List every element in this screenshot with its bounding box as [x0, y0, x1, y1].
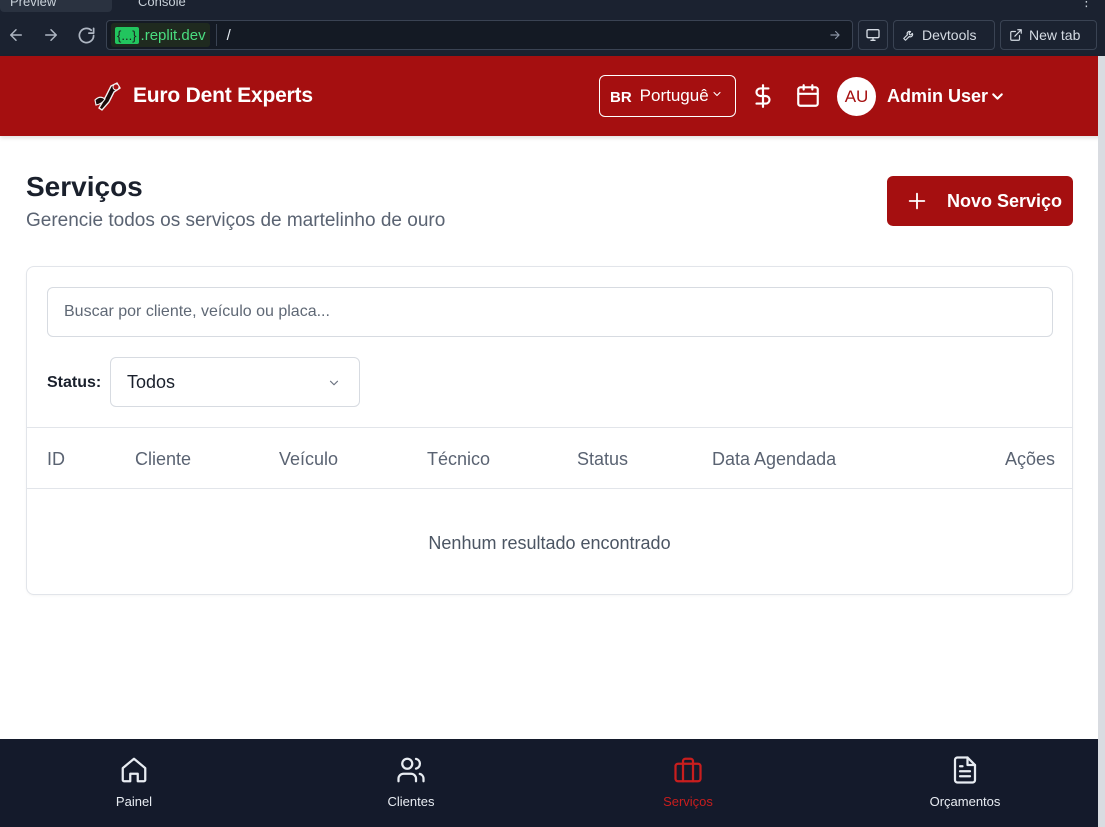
back-arrow-icon[interactable] — [4, 23, 28, 47]
home-icon — [119, 755, 149, 785]
chevron-down-icon — [327, 376, 341, 390]
url-bar[interactable]: {...} .replit.dev / — [106, 20, 853, 50]
chevron-down-icon[interactable] — [989, 88, 1006, 105]
nav-item-label: Clientes — [387, 794, 435, 809]
table-header: ID Cliente Veículo Técnico Status Data A… — [27, 427, 1072, 489]
column-header-tecnico[interactable]: Técnico — [427, 449, 490, 470]
search-input[interactable] — [47, 287, 1053, 337]
calendar-icon[interactable] — [795, 83, 821, 109]
url-separator — [215, 24, 217, 46]
scrollbar[interactable] — [1098, 56, 1105, 827]
tab-console[interactable]: Console — [124, 0, 244, 12]
wrench-icon — [902, 28, 916, 42]
language-select[interactable]: BR Português — [599, 75, 736, 117]
page-subtitle: Gerencie todos os serviços de martelinho… — [26, 210, 446, 231]
browser-toolbar: {...} .replit.dev / Devtools New tab — [0, 14, 1105, 56]
plus-icon — [906, 190, 928, 212]
brand-name[interactable]: Euro Dent Experts — [133, 84, 313, 108]
status-filter-label: Status: — [47, 374, 102, 391]
dollar-icon[interactable] — [750, 83, 776, 109]
devtools-button[interactable]: Devtools — [893, 20, 995, 50]
devtools-label: Devtools — [922, 27, 977, 43]
column-header-id[interactable]: ID — [47, 449, 65, 470]
nav-item-label: Serviços — [663, 794, 713, 809]
empty-state-message: Nenhum resultado encontrado — [428, 533, 671, 553]
column-header-acoes: Ações — [1005, 449, 1056, 469]
new-service-button[interactable]: Novo Serviço — [887, 176, 1073, 226]
url-host: {...} .replit.dev — [111, 23, 210, 47]
device-preview-button[interactable] — [858, 20, 888, 50]
nav-item-servicos[interactable]: Serviços — [628, 755, 748, 809]
browser-tab-strip: Preview Console ⋮ — [0, 0, 1105, 14]
tab-preview[interactable]: Preview — [0, 0, 112, 12]
brand-logo-icon — [90, 78, 126, 114]
briefcase-icon — [673, 755, 703, 785]
bottom-nav: Painel Clientes Serviços Orçamentos — [0, 739, 1105, 827]
column-header-status[interactable]: Status — [577, 449, 628, 470]
nav-item-label: Orçamentos — [929, 794, 1001, 809]
new-tab-button[interactable]: New tab — [1000, 20, 1097, 50]
monitor-icon — [865, 27, 881, 43]
external-link-icon — [1009, 28, 1023, 42]
tab-preview-label: Preview — [10, 0, 57, 9]
column-header-cliente[interactable]: Cliente — [135, 449, 191, 470]
nav-item-clientes[interactable]: Clientes — [351, 755, 471, 809]
more-options-icon[interactable]: ⋮ — [1080, 0, 1100, 12]
services-card: Status: Todos ID Cliente Veículo Técnico… — [26, 266, 1073, 595]
users-icon — [396, 755, 426, 785]
document-icon — [950, 755, 980, 785]
status-filter-value: Todos — [127, 371, 176, 392]
url-host-domain: .replit.dev — [140, 26, 206, 44]
reload-icon[interactable] — [74, 23, 98, 47]
go-arrow-icon[interactable] — [822, 22, 848, 48]
status-filter-select[interactable]: Todos — [110, 357, 360, 407]
nav-item-label: Painel — [115, 794, 153, 809]
nav-item-orcamentos[interactable]: Orçamentos — [905, 755, 1025, 809]
column-header-data-agendada[interactable]: Data Agendada — [712, 449, 836, 470]
forward-arrow-icon[interactable] — [39, 23, 63, 47]
page-title: Serviços — [26, 171, 143, 202]
url-path[interactable]: / — [227, 27, 822, 44]
new-service-label: Novo Serviço — [947, 190, 1063, 211]
language-name: Português — [639, 86, 708, 105]
tab-console-label: Console — [138, 0, 186, 9]
avatar[interactable]: AU — [837, 77, 876, 116]
chevron-down-icon — [711, 88, 723, 100]
user-menu-name[interactable]: Admin User — [887, 86, 988, 107]
new-tab-label: New tab — [1029, 27, 1081, 43]
app-header: Euro Dent Experts BR Português AU Admin … — [0, 56, 1105, 136]
nav-item-painel[interactable]: Painel — [74, 755, 194, 809]
column-header-veiculo[interactable]: Veículo — [279, 449, 338, 470]
language-code: BR — [610, 89, 632, 106]
url-host-bracket: {...} — [115, 26, 139, 44]
